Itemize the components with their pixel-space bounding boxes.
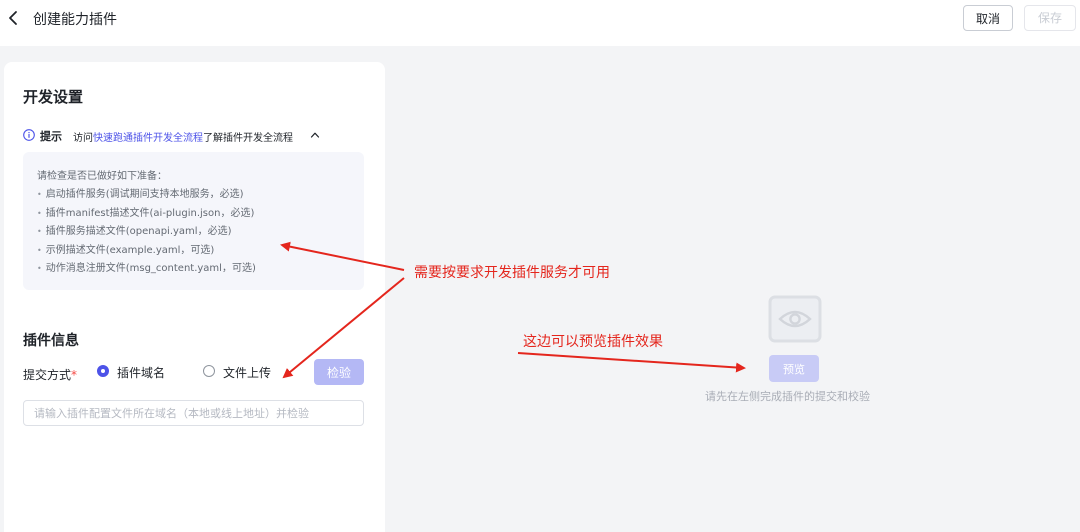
preview-button[interactable]: 预览 [769, 355, 819, 382]
top-bar: 创建能力插件 取消 保存 [0, 0, 1080, 46]
checklist-item: 插件manifest描述文件(ai-plugin.json，必选) [37, 205, 256, 224]
plugin-info-title: 插件信息 [23, 333, 79, 349]
settings-panel: 开发设置 提示 访问快速跑通插件开发全流程了解插件开发全流程 请检查是否已做好如… [4, 62, 385, 532]
tip-prefix: 访问 [73, 133, 93, 144]
tip-suffix: 了解插件开发全流程 [203, 133, 293, 144]
checklist-item: 启动插件服务(调试期间支持本地服务，必选) [37, 186, 256, 205]
checklist-item: 插件服务描述文件(openapi.yaml，必选) [37, 223, 256, 242]
radio-file-upload-label: 文件上传 [223, 366, 272, 380]
cancel-button[interactable]: 取消 [963, 5, 1013, 31]
checklist-item: 动作消息注册文件(msg_content.yaml，可选) [37, 260, 256, 279]
verify-button[interactable]: 检验 [314, 359, 364, 385]
radio-selected-indicator[interactable] [97, 365, 109, 377]
tip-label: 提示 [40, 130, 62, 143]
required-mark: * [71, 368, 78, 382]
preview-panel: 预览 请先在左侧完成插件的提交和校验 [385, 62, 1080, 532]
chevron-up-icon[interactable] [310, 130, 320, 140]
annotation-preview-note: 这边可以预览插件效果 [523, 334, 663, 350]
save-button[interactable]: 保存 [1024, 5, 1076, 31]
eye-icon [768, 295, 822, 343]
plugin-domain-input[interactable] [23, 400, 364, 426]
radio-plugin-domain-label: 插件域名 [117, 366, 166, 380]
radio-unselected-indicator[interactable] [203, 365, 215, 377]
submit-method-text: 提交方式 [23, 368, 72, 382]
preview-hint: 请先在左侧完成插件的提交和校验 [705, 390, 870, 403]
chevron-left-icon[interactable] [6, 9, 20, 27]
dev-settings-title: 开发设置 [23, 88, 84, 106]
checklist-items: 启动插件服务(调试期间支持本地服务，必选) 插件manifest描述文件(ai-… [37, 186, 256, 279]
checklist-item: 示例描述文件(example.yaml，可选) [37, 242, 256, 261]
checklist-header: 请检查是否已做好如下准备： [37, 171, 167, 182]
dev-guide-link[interactable]: 快速跑通插件开发全流程 [93, 133, 203, 144]
tip-text: 访问快速跑通插件开发全流程了解插件开发全流程 [73, 129, 293, 144]
info-icon [23, 129, 35, 141]
page-title: 创建能力插件 [33, 12, 117, 28]
annotation-dev-note: 需要按要求开发插件服务才可用 [414, 265, 610, 281]
submit-method-label: 提交方式* [23, 366, 77, 383]
prep-checklist: 请检查是否已做好如下准备： 启动插件服务(调试期间支持本地服务，必选) 插件ma… [23, 152, 364, 290]
